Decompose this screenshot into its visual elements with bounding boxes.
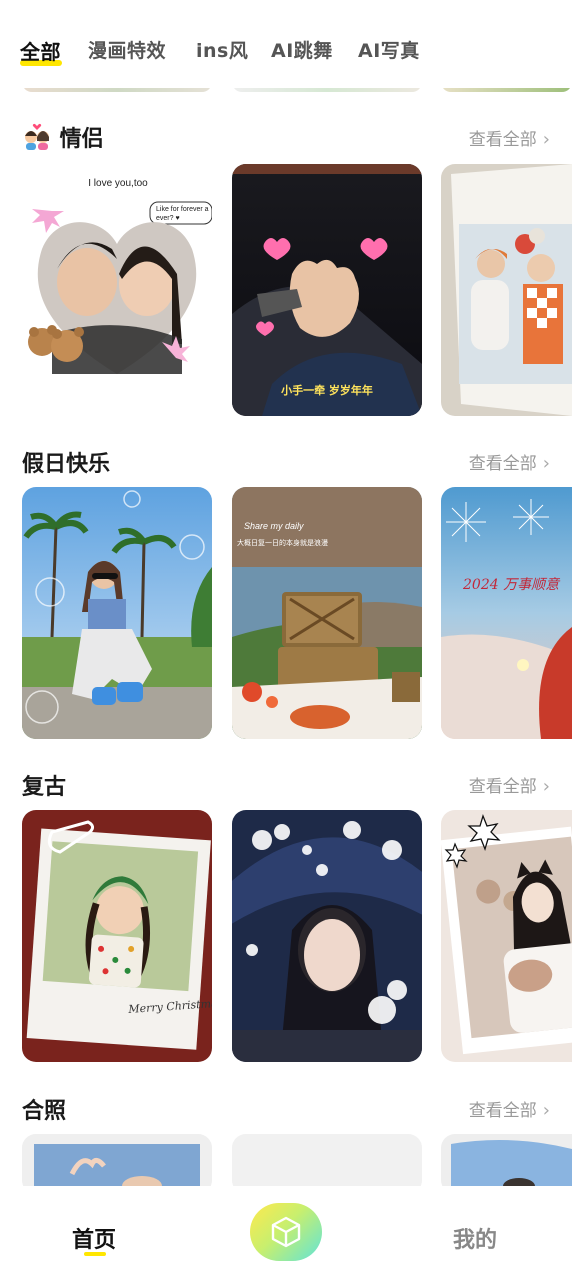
card-caption: 小手一牵 岁岁年年 (280, 383, 373, 397)
see-all-group-photo[interactable]: 查看全部 › (469, 1096, 550, 1121)
card-caption: Share my daily (244, 521, 304, 531)
see-all-label: 查看全部 (468, 1101, 537, 1121)
template-card-beach-girl[interactable] (22, 487, 212, 739)
nav-home[interactable]: 首页 (72, 1222, 116, 1254)
svg-text:Like for forever a: Like for forever a (156, 206, 209, 213)
card-caption: I love you,too (88, 178, 148, 189)
template-card-couple-polaroid[interactable] (441, 164, 572, 416)
see-all-holiday[interactable]: 查看全部 › (469, 449, 550, 474)
see-all-label: 查看全部 (468, 130, 537, 150)
template-card-couple-heart[interactable]: I love you,too Like for forever a ever? … (22, 164, 212, 416)
top-tab-bar: 全部 漫画特效 ins风 AI跳舞 AI写真 (0, 0, 572, 88)
see-all-label: 查看全部 (468, 454, 537, 474)
section-title-retro: 复古 (22, 775, 67, 800)
see-all-label: 查看全部 (468, 777, 537, 797)
svg-text:ever? ♥: ever? ♥ (156, 215, 180, 222)
template-card-bear-girl[interactable] (441, 810, 572, 1062)
section-title-couple: 情侣 (59, 127, 104, 152)
chevron-right-icon: › (542, 129, 550, 150)
chevron-right-icon: › (542, 453, 550, 474)
nav-home-indicator (84, 1252, 106, 1256)
card-caption: 2024 万事顺意 (462, 577, 561, 593)
template-card-couple-hands[interactable]: 小手一牵 岁岁年年 (232, 164, 422, 416)
section-title-holiday: 假日快乐 (22, 452, 111, 477)
tab-ai-dance[interactable]: AI跳舞 (271, 36, 333, 63)
tab-ins-style[interactable]: ins风 (196, 36, 248, 63)
couple-emoji-icon (25, 123, 49, 150)
template-card-picnic[interactable]: Share my daily 大概日复一日的本身就是浪漫 (232, 487, 422, 739)
template-card-group-1[interactable] (22, 1134, 212, 1194)
section-title-group-photo: 合照 (22, 1099, 67, 1124)
tab-comic-effect[interactable]: 漫画特效 (88, 36, 166, 63)
tab-all[interactable]: 全部 (20, 36, 61, 65)
create-button[interactable] (250, 1203, 322, 1261)
nav-mine[interactable]: 我的 (453, 1222, 497, 1254)
chevron-right-icon: › (542, 1100, 550, 1121)
see-all-retro[interactable]: 查看全部 › (469, 772, 550, 797)
tab-ai-portrait[interactable]: AI写真 (358, 36, 420, 63)
template-card-group-2[interactable] (232, 1134, 422, 1194)
bottom-nav-bar: 首页 我的 (0, 1186, 572, 1279)
chevron-right-icon: › (542, 776, 550, 797)
template-card-christmas-polaroid[interactable]: Merry Christmas (22, 810, 212, 1062)
template-card-group-3[interactable] (441, 1134, 572, 1194)
see-all-couple[interactable]: 查看全部 › (469, 125, 550, 150)
template-card-blue-hat-girl[interactable] (232, 810, 422, 1062)
card-caption-sub: 大概日复一日的本身就是浪漫 (237, 538, 328, 547)
template-card-fireworks[interactable]: 2024 万事顺意 (441, 487, 572, 739)
cube-icon (271, 1216, 301, 1248)
